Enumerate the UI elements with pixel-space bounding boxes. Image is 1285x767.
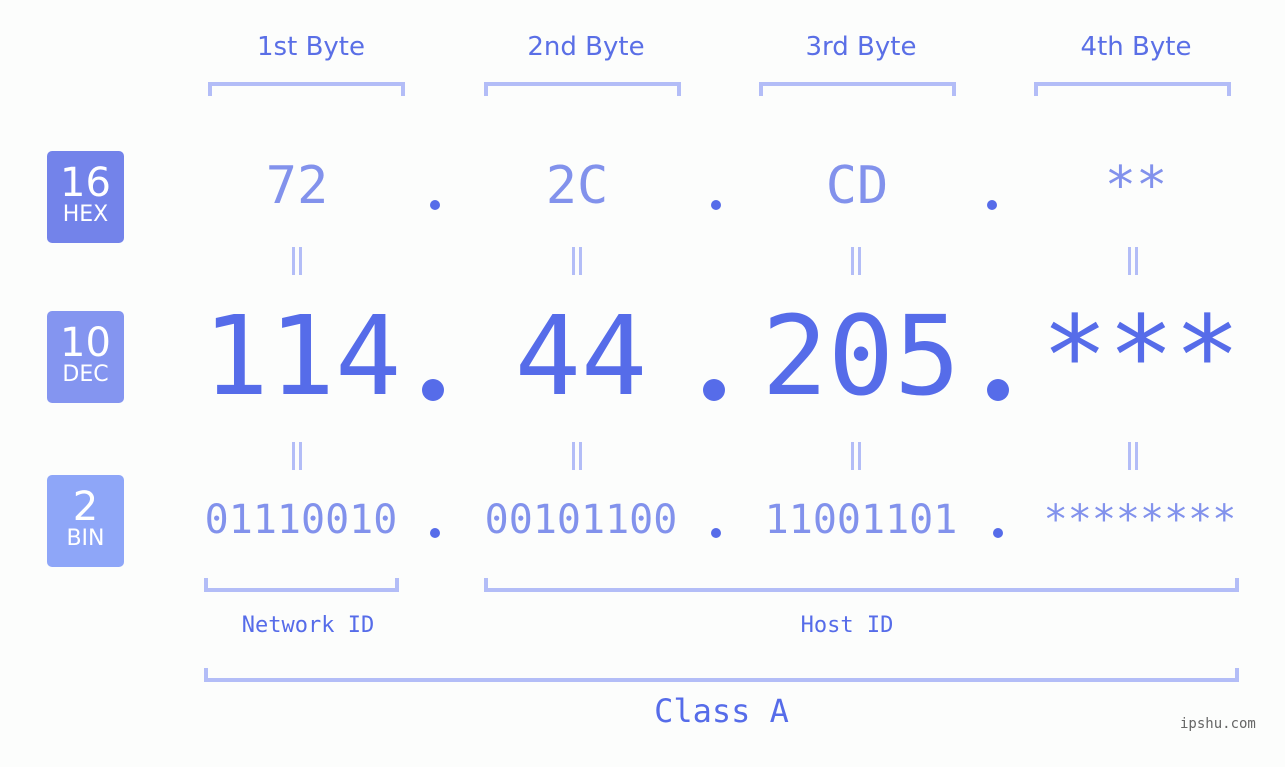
- bin-byte-3: 11001101: [764, 497, 958, 543]
- byte-bracket-3: [759, 82, 956, 96]
- byte-bracket-1: [208, 82, 405, 96]
- hex-byte-1: 72: [265, 156, 329, 216]
- hex-label: HEX: [62, 202, 109, 227]
- equals-icon: [292, 442, 302, 470]
- equals-icon: [292, 247, 302, 275]
- bin-byte-1: 01110010: [204, 497, 398, 543]
- equals-icon: [1128, 247, 1138, 275]
- dec-byte-4: ***: [1041, 292, 1241, 420]
- host-id-bracket: [484, 578, 1239, 592]
- dec-base: 10: [60, 320, 111, 366]
- bin-byte-4: ********: [1043, 497, 1237, 543]
- equals-icon: [851, 247, 861, 275]
- dec-separator-dot: [422, 379, 444, 401]
- dec-badge: 10 DEC: [47, 311, 124, 403]
- watermark: ipshu.com: [1180, 716, 1256, 732]
- hex-byte-2: 2C: [545, 156, 609, 216]
- class-label: Class A: [654, 692, 789, 730]
- byte-header-3: 3rd Byte: [805, 32, 917, 62]
- equals-icon: [851, 442, 861, 470]
- hex-byte-3: CD: [825, 156, 889, 216]
- bin-label: BIN: [66, 526, 105, 551]
- bin-byte-2: 00101100: [484, 497, 678, 543]
- network-id-bracket: [204, 578, 399, 592]
- dec-label: DEC: [62, 362, 109, 387]
- equals-icon: [1128, 442, 1138, 470]
- bin-base: 2: [72, 484, 99, 530]
- equals-icon: [572, 247, 582, 275]
- dec-byte-3: 205: [761, 292, 961, 420]
- hex-byte-4: **: [1104, 156, 1168, 216]
- byte-header-2: 2nd Byte: [527, 32, 645, 62]
- byte-bracket-2: [484, 82, 681, 96]
- bin-separator-dot: [711, 528, 721, 538]
- class-bracket: [204, 668, 1239, 682]
- bin-separator-dot: [430, 528, 440, 538]
- byte-bracket-4: [1034, 82, 1231, 96]
- hex-separator-dot: [430, 200, 440, 210]
- equals-icon: [572, 442, 582, 470]
- byte-header-4: 4th Byte: [1080, 32, 1192, 62]
- dec-separator-dot: [703, 379, 725, 401]
- hex-separator-dot: [987, 200, 997, 210]
- hex-separator-dot: [711, 200, 721, 210]
- host-id-label: Host ID: [800, 613, 894, 638]
- byte-header-1: 1st Byte: [257, 32, 365, 62]
- bin-badge: 2 BIN: [47, 475, 124, 567]
- bin-separator-dot: [993, 528, 1003, 538]
- dec-separator-dot: [987, 379, 1009, 401]
- network-id-label: Network ID: [241, 613, 375, 638]
- dec-byte-1: 114: [202, 292, 402, 420]
- dec-byte-2: 44: [514, 292, 648, 420]
- hex-base: 16: [60, 160, 111, 206]
- hex-badge: 16 HEX: [47, 151, 124, 243]
